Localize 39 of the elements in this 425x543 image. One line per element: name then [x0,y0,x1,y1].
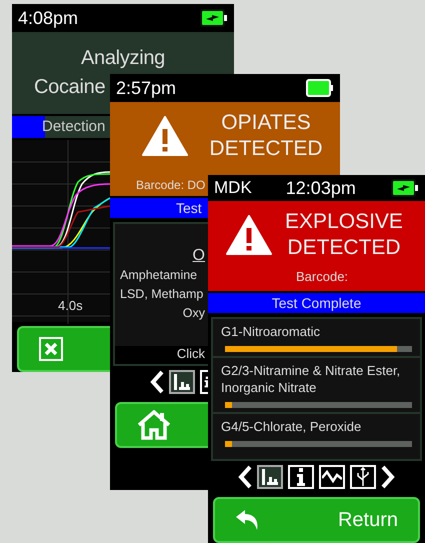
chart-tab[interactable] [257,465,283,489]
status-time: 12:03pm [286,178,356,198]
info-tab[interactable] [288,465,314,489]
status-time: 2:57pm [116,78,176,98]
signal-tab[interactable] [319,465,345,489]
chevron-left-icon[interactable] [150,370,164,394]
usb-icon [356,467,370,487]
status-time: 4:08pm [18,8,78,28]
chevron-right-icon[interactable] [381,465,395,489]
group-name: G1-Nitroaromatic [221,323,321,340]
status-banner: Test Complete [208,293,425,313]
chevron-left-icon[interactable] [238,465,252,489]
alert-title: OPIATES DETECTED [208,110,324,162]
warning-icon [142,116,188,156]
hint-text: Click [176,346,205,361]
home-icon [137,410,171,440]
barcode-label: Barcode: DO [136,178,206,192]
axis-label: 4.0s [58,298,83,313]
return-button[interactable]: Return [213,497,420,543]
device-label: MDK [214,178,252,198]
result-line: Amphetamine [120,268,198,282]
home-button[interactable] [115,402,208,448]
result-line: LSD, Methamp [120,287,204,301]
waveform-icon [322,469,342,485]
result-line: Oxy [182,306,205,320]
barcode-label: Barcode: [296,269,348,284]
title-line: Analyzing [80,46,166,71]
usb-tab[interactable] [350,465,376,489]
bar-chart-icon [261,468,279,486]
close-button[interactable] [17,326,110,372]
close-icon [39,337,63,361]
bar-chart-icon [173,373,191,391]
group-name: G4/5-Chlorate, Peroxide [221,418,362,435]
chart-tab[interactable] [169,370,195,394]
group-name: G2/3-Nitramine & Nitrate Ester, Inorganic Nitrate [221,362,402,396]
info-icon [296,468,306,486]
warning-icon [226,215,272,255]
title-line: Cocaine [34,75,106,100]
result-heading: O [192,247,205,264]
